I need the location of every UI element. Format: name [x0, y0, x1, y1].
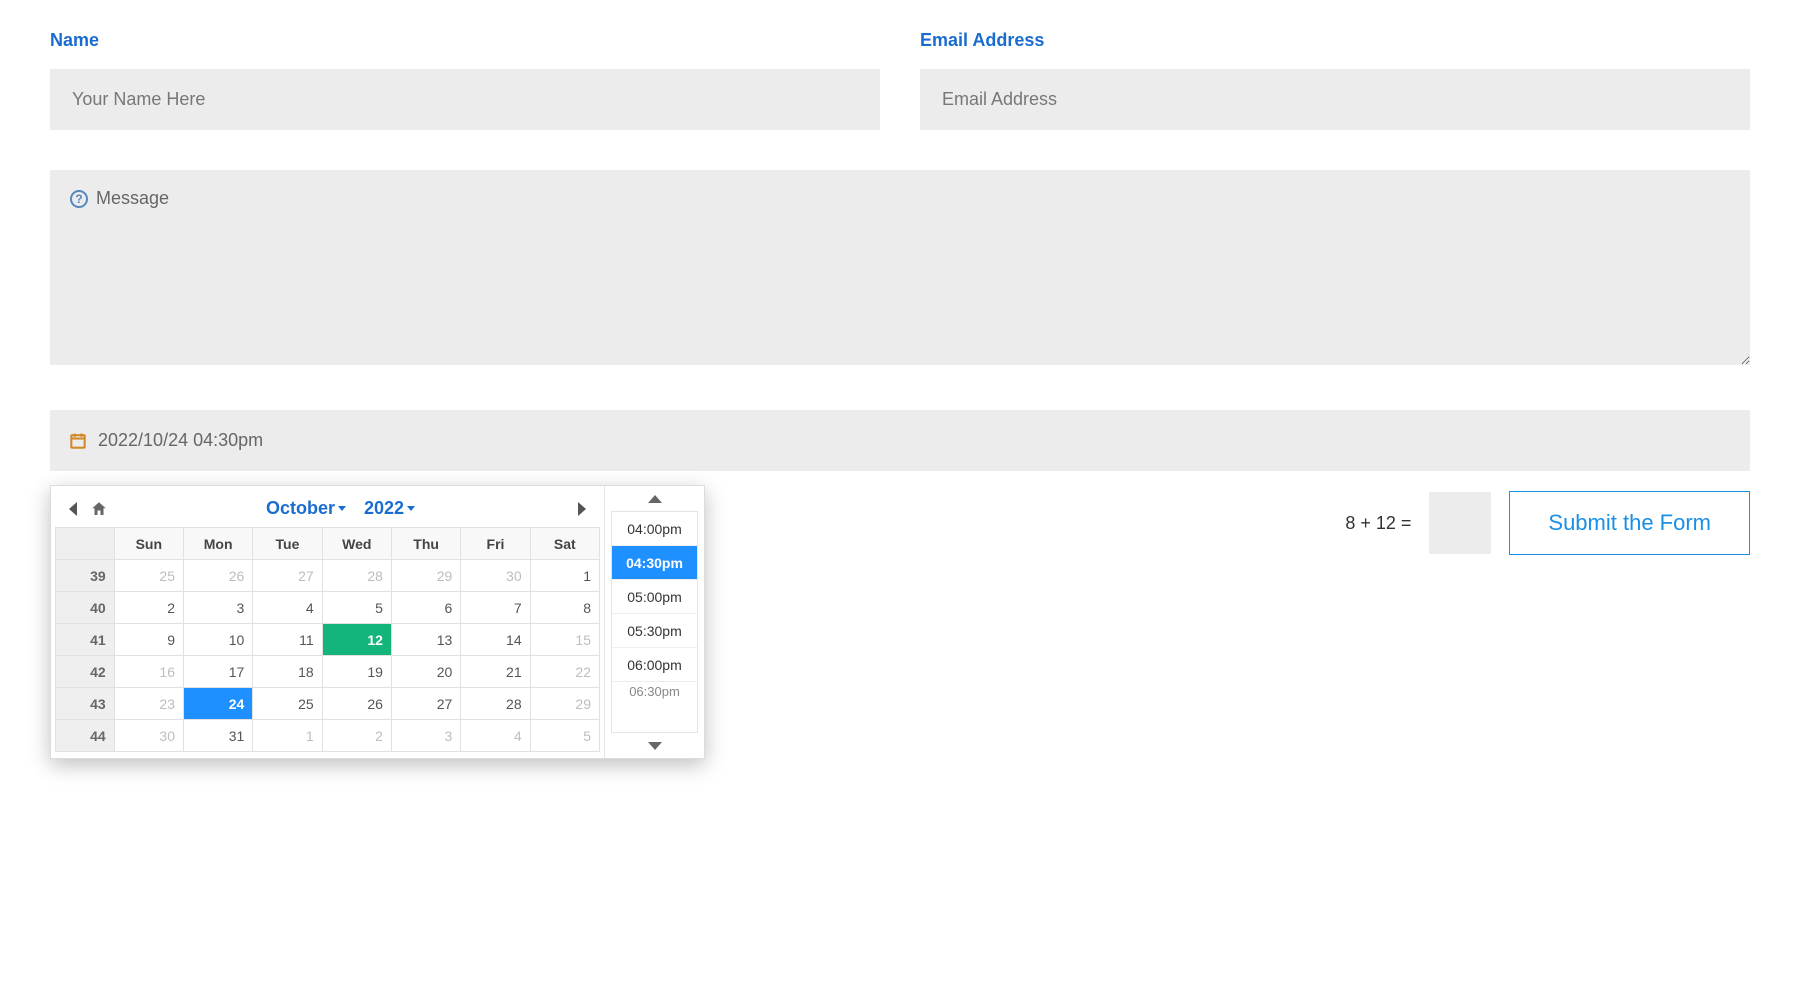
calendar-day[interactable]: 24	[183, 688, 252, 720]
name-label: Name	[50, 30, 880, 51]
calendar-day[interactable]: 1	[530, 560, 599, 592]
day-header: Mon	[183, 528, 252, 560]
year-select[interactable]: 2022	[364, 498, 415, 519]
calendar-day[interactable]: 3	[391, 720, 460, 752]
calendar-day[interactable]: 10	[183, 624, 252, 656]
day-header: Tue	[253, 528, 322, 560]
calendar-day[interactable]: 28	[322, 560, 391, 592]
calendar-day[interactable]: 31	[183, 720, 252, 752]
calendar-day[interactable]: 25	[253, 688, 322, 720]
submit-button[interactable]: Submit the Form	[1509, 491, 1750, 555]
calendar-day[interactable]: 3	[183, 592, 252, 624]
time-scroll-up[interactable]	[605, 486, 704, 511]
calendar-day[interactable]: 7	[461, 592, 530, 624]
calendar-day[interactable]: 29	[391, 560, 460, 592]
calendar-grid: SunMonTueWedThuFriSat 392526272829301402…	[55, 527, 600, 752]
time-list: 04:00pm04:30pm05:00pm05:30pm06:00pm06:30…	[611, 511, 698, 733]
calendar-day[interactable]: 17	[183, 656, 252, 688]
calendar-day[interactable]: 2	[322, 720, 391, 752]
calendar-day[interactable]: 28	[461, 688, 530, 720]
time-slot[interactable]: 04:30pm	[612, 546, 697, 580]
time-slot[interactable]: 06:30pm	[612, 682, 697, 700]
calendar-day[interactable]: 19	[322, 656, 391, 688]
time-scroll-down[interactable]	[605, 733, 704, 758]
caret-down-icon	[338, 506, 346, 511]
week-number: 41	[56, 624, 115, 656]
calendar-day[interactable]: 14	[461, 624, 530, 656]
time-slot[interactable]: 05:00pm	[612, 580, 697, 614]
calendar-day[interactable]: 6	[391, 592, 460, 624]
week-number: 39	[56, 560, 115, 592]
calendar-day[interactable]: 27	[391, 688, 460, 720]
time-slot[interactable]: 06:00pm	[612, 648, 697, 682]
day-header: Thu	[391, 528, 460, 560]
calendar-day[interactable]: 11	[253, 624, 322, 656]
day-header: Wed	[322, 528, 391, 560]
month-label: October	[266, 498, 335, 519]
calendar-day[interactable]: 12	[322, 624, 391, 656]
calendar-day[interactable]: 27	[253, 560, 322, 592]
calendar-day[interactable]: 5	[530, 720, 599, 752]
year-label: 2022	[364, 498, 404, 519]
time-slot[interactable]: 04:00pm	[612, 512, 697, 546]
calendar-day[interactable]: 30	[114, 720, 183, 752]
calendar-day[interactable]: 25	[114, 560, 183, 592]
calendar-icon	[68, 431, 88, 451]
calendar-day[interactable]: 26	[322, 688, 391, 720]
datetime-input[interactable]	[50, 410, 1750, 471]
calendar-day[interactable]: 29	[530, 688, 599, 720]
day-header: Fri	[461, 528, 530, 560]
calendar-day[interactable]: 2	[114, 592, 183, 624]
day-header: Sat	[530, 528, 599, 560]
calendar-day[interactable]: 4	[461, 720, 530, 752]
email-label: Email Address	[920, 30, 1750, 51]
month-select[interactable]: October	[266, 498, 346, 519]
calendar-day[interactable]: 20	[391, 656, 460, 688]
calendar-day[interactable]: 9	[114, 624, 183, 656]
prev-month-button[interactable]	[63, 499, 83, 519]
calendar-day[interactable]: 16	[114, 656, 183, 688]
calendar-day[interactable]: 18	[253, 656, 322, 688]
calendar-day[interactable]: 22	[530, 656, 599, 688]
today-button[interactable]	[89, 499, 109, 519]
captcha-question: 8 + 12 =	[1345, 513, 1411, 534]
caret-down-icon	[407, 506, 415, 511]
calendar-day[interactable]: 26	[183, 560, 252, 592]
next-month-button[interactable]	[572, 499, 592, 519]
message-textarea[interactable]	[50, 170, 1750, 365]
week-number: 44	[56, 720, 115, 752]
calendar-day[interactable]: 4	[253, 592, 322, 624]
calendar-day[interactable]: 8	[530, 592, 599, 624]
week-number: 43	[56, 688, 115, 720]
day-header: Sun	[114, 528, 183, 560]
name-input[interactable]	[50, 69, 880, 130]
week-number: 42	[56, 656, 115, 688]
calendar-day[interactable]: 23	[114, 688, 183, 720]
calendar-day[interactable]: 13	[391, 624, 460, 656]
calendar-day[interactable]: 5	[322, 592, 391, 624]
calendar-day[interactable]: 30	[461, 560, 530, 592]
calendar-day[interactable]: 1	[253, 720, 322, 752]
email-input[interactable]	[920, 69, 1750, 130]
captcha-input[interactable]	[1429, 492, 1491, 554]
calendar-day[interactable]: 15	[530, 624, 599, 656]
time-slot[interactable]: 05:30pm	[612, 614, 697, 648]
datetime-picker: October 2022 SunMonTueWedThuFriSat 39252…	[50, 485, 705, 759]
calendar-day[interactable]: 21	[461, 656, 530, 688]
week-number: 40	[56, 592, 115, 624]
